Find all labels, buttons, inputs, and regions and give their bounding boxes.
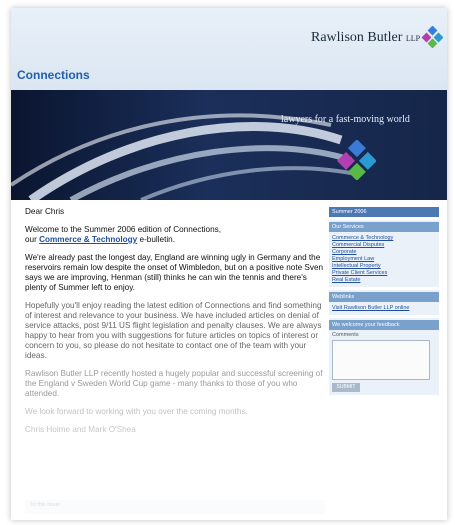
services-heading: Our Services — [329, 222, 439, 232]
logo-suffix: LLP — [405, 34, 421, 43]
service-link[interactable]: Employment Law — [329, 256, 439, 263]
service-link[interactable]: Corporate — [329, 249, 439, 256]
paragraph-4: We look forward to working with you over… — [25, 407, 248, 416]
services-panel: Our Services Commerce & Technology Comme… — [329, 220, 439, 287]
weblinks-panel: Weblinks Visit Rawlison Butler LLP onlin… — [329, 290, 439, 315]
paragraph-2: Hopefully you'll enjoy reading the lates… — [25, 301, 322, 360]
logo-diamond-icon — [421, 26, 443, 48]
feedback-panel: We welcome your feedback Comments SUBMIT — [329, 318, 439, 395]
signoff: Chris Holme and Mark O'Shea — [25, 425, 136, 434]
email-card: Rawlison Butler LLP Connections lawyers … — [11, 8, 447, 520]
bulletin-body: Dear Chris Welcome to the Summer 2006 ed… — [25, 207, 325, 443]
service-link[interactable]: Commerce & Technology — [329, 235, 439, 242]
banner-tagline: lawyers for a fast-moving world — [281, 114, 410, 125]
paragraph-3: Rawlison Butler LLP recently hosted a hu… — [25, 369, 323, 398]
contrail-graphic — [11, 113, 362, 200]
submit-button[interactable]: SUBMIT — [332, 383, 360, 392]
service-link[interactable]: Commercial Disputes — [329, 242, 439, 249]
commerce-technology-link[interactable]: Commerce & Technology — [39, 235, 137, 244]
service-link[interactable]: Real Estate — [329, 277, 439, 284]
intro-our: our — [25, 235, 40, 244]
service-link[interactable]: Private Client Services — [329, 270, 439, 277]
edition-label: Summer 2006 — [329, 207, 439, 217]
banner-diamond-icon — [337, 140, 376, 180]
intro-suffix: e-bulletin. — [137, 235, 176, 244]
website-link[interactable]: Visit Rawlison Butler LLP online — [329, 305, 439, 312]
company-logo: Rawlison Butler LLP — [311, 30, 420, 46]
greeting: Dear Chris — [25, 207, 65, 216]
paragraph-1: We're already past the longest day, Engl… — [25, 253, 324, 292]
comments-label: Comments — [332, 332, 359, 338]
section-title: Connections — [17, 68, 90, 82]
comments-textarea[interactable] — [332, 340, 430, 380]
logo-text: Rawlison Butler — [311, 30, 403, 45]
intro-prefix: Welcome to the Summer 2006 edition of Co… — [25, 225, 222, 234]
sidebar: Summer 2006 Our Services Commerce & Tech… — [329, 207, 439, 398]
weblinks-heading: Weblinks — [329, 292, 439, 302]
in-this-issue-bar: In this issue — [25, 500, 325, 514]
feedback-heading: We welcome your feedback — [329, 320, 439, 330]
hero-banner: lawyers for a fast-moving world — [11, 90, 447, 200]
service-link[interactable]: Intellectual Property — [329, 263, 439, 270]
header-bar: Rawlison Butler LLP Connections — [11, 8, 447, 90]
intro-paragraph: Welcome to the Summer 2006 edition of Co… — [25, 225, 325, 245]
